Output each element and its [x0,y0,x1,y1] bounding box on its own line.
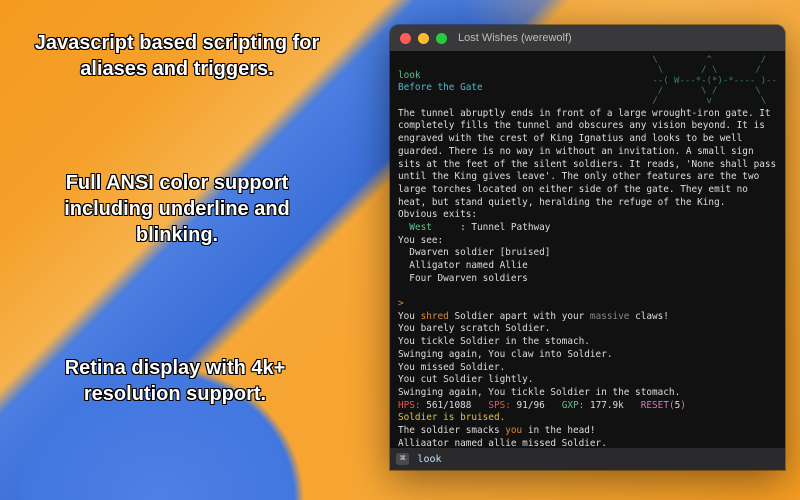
see-item: Four Dwarven soldiers [398,273,528,284]
terminal-output: look Before the Gate The tunnel abruptly… [390,51,785,448]
combat-line: You missed Soldier. [398,362,505,373]
prompt: > [398,298,404,309]
room-title: Before the Gate [398,82,483,93]
promo-line-2: Full ANSI color support including underl… [32,170,322,248]
compass-ascii: \ ^ / \ / \ / --( W---*-(*)-*---- )-- / … [652,55,777,107]
exits-label: Obvious exits: [398,209,477,220]
see-item: Alligator named Allie [398,260,528,271]
exit-sep: : [432,222,472,233]
terminal-window: Lost Wishes (werewolf) look Before the G… [390,25,785,470]
close-icon[interactable] [400,33,411,44]
room-description: The tunnel abruptly ends in front of a l… [398,108,782,208]
titlebar[interactable]: Lost Wishes (werewolf) [390,25,785,51]
combat-line: You barely scratch Soldier. [398,323,550,334]
combat-line: Alliaator named allie missed Soldier. [398,438,607,448]
input-bar[interactable]: ⌘ [390,448,785,470]
see-item: Dwarven soldier [bruised] [398,247,550,258]
minimize-icon[interactable] [418,33,429,44]
you-see-label: You see: [398,235,443,246]
window-title: Lost Wishes (werewolf) [458,32,572,44]
combat-line: You shred Soldier apart with your massiv… [398,311,669,322]
combat-line: Swinging again, You claw into Soldier. [398,349,612,360]
status-bruised: Soldier is bruised. [398,412,505,423]
promo-line-3: Retina display with 4k+ resolution suppo… [40,355,310,407]
command-key-icon: ⌘ [396,453,409,465]
combat-line: You tickle Soldier in the stomach. [398,336,590,347]
combat-line: You cut Soldier lightly. [398,374,533,385]
echoed-command: look [398,70,421,81]
zoom-icon[interactable] [436,33,447,44]
command-input[interactable] [415,453,779,466]
combat-line: The soldier smacks you in the head! [398,425,596,436]
exit-direction: West [398,222,432,233]
status-line: HPS: 561/1088 SPS: 91/96 GXP: 177.9k RES… [398,400,686,411]
promo-line-1: Javascript based scripting for aliases a… [32,30,322,82]
exit-destination: Tunnel Pathway [471,222,550,233]
combat-line: Swinging again, You tickle Soldier in th… [398,387,680,398]
